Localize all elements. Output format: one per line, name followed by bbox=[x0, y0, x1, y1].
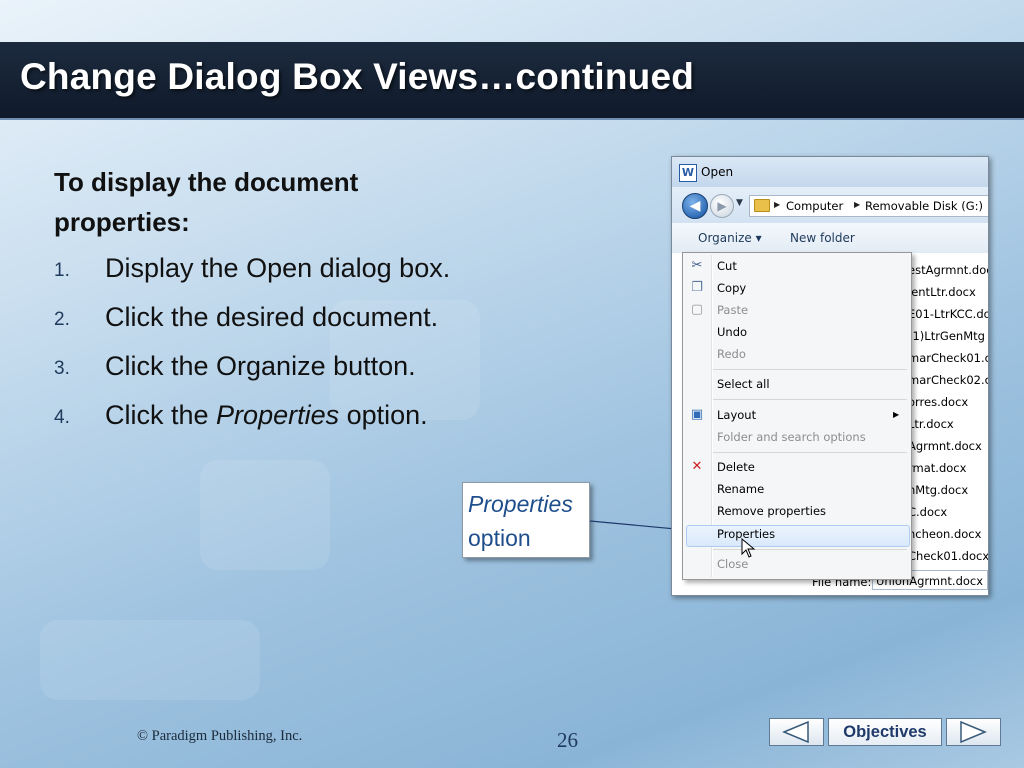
file-item[interactable]: ncheon.docx bbox=[908, 527, 981, 541]
file-item[interactable]: marCheck02.c bbox=[908, 373, 988, 387]
slide-title: Change Dialog Box Views…continued bbox=[20, 56, 695, 97]
file-item[interactable]: C.docx bbox=[908, 505, 947, 519]
step-text: Click the Organize button. bbox=[105, 351, 416, 381]
breadcrumb-arrow-icon: ▶ bbox=[854, 200, 861, 209]
dialog-title: Open bbox=[701, 165, 734, 179]
title-bar: Change Dialog Box Views…continued bbox=[0, 42, 1024, 120]
menu-item-layout[interactable]: Layout bbox=[717, 408, 756, 422]
menu-item-paste[interactable]: Paste bbox=[717, 303, 748, 317]
scissors-icon: ✂ bbox=[691, 258, 703, 273]
callout-line2: option bbox=[468, 525, 531, 551]
dialog-toolbar: Organize ▾ New folder bbox=[672, 223, 988, 254]
menu-item-rename[interactable]: Rename bbox=[717, 482, 764, 496]
file-item[interactable]: Check01.docx bbox=[908, 549, 988, 563]
file-item[interactable]: rmat.docx bbox=[908, 461, 966, 475]
properties-callout: Properties option bbox=[462, 482, 590, 558]
file-item[interactable]: Ltr.docx bbox=[908, 417, 954, 431]
menu-item-remove-properties[interactable]: Remove properties bbox=[717, 504, 826, 518]
delete-x-icon: ✕ bbox=[691, 459, 703, 474]
history-dropdown-icon[interactable]: ▼ bbox=[736, 198, 743, 208]
step-number: 2. bbox=[54, 309, 70, 330]
file-item[interactable]: estAgrmnt.doc bbox=[908, 263, 988, 277]
copyright-text: © Paradigm Publishing, Inc. bbox=[137, 728, 303, 744]
breadcrumb-computer[interactable]: Computer bbox=[786, 199, 843, 213]
breadcrumb-removable-disk[interactable]: Removable Disk (G:) bbox=[865, 199, 983, 213]
step-text: Display the Open dialog box. bbox=[105, 253, 451, 283]
menu-separator bbox=[713, 369, 907, 370]
folder-icon bbox=[754, 199, 770, 212]
next-slide-button[interactable] bbox=[946, 718, 1001, 746]
step-number: 1. bbox=[54, 260, 70, 281]
copy-icon: ❐ bbox=[691, 280, 703, 295]
menu-item-undo[interactable]: Undo bbox=[717, 325, 747, 339]
new-folder-button[interactable]: New folder bbox=[790, 231, 855, 245]
right-triangle-icon bbox=[960, 720, 987, 744]
step-text-emphasis: Properties bbox=[216, 400, 340, 430]
step-item: 4. Click the Properties option. bbox=[54, 395, 474, 436]
menu-item-folder-search-options[interactable]: Folder and search options bbox=[717, 430, 866, 444]
step-text: Click the desired document. bbox=[105, 302, 439, 332]
step-text-before: Click the bbox=[105, 400, 217, 430]
file-item[interactable]: Agrmnt.docx bbox=[908, 439, 982, 453]
step-item: 2. Click the desired document. bbox=[54, 297, 474, 338]
slide-content: To display the document properties: 1. D… bbox=[54, 162, 474, 444]
address-bar[interactable]: ▶ Computer ▶ Removable Disk (G:) bbox=[749, 195, 988, 217]
breadcrumb-arrow-icon: ▶ bbox=[774, 200, 781, 209]
menu-item-close[interactable]: Close bbox=[717, 557, 748, 571]
file-item[interactable]: (1)LtrGenMtg bbox=[908, 329, 985, 343]
file-item[interactable]: ientLtr.docx bbox=[908, 285, 976, 299]
step-number: 3. bbox=[54, 358, 70, 379]
paste-icon: ▢ bbox=[690, 302, 704, 317]
intro-text: To display the document properties: bbox=[54, 167, 359, 237]
step-item: 3. Click the Organize button. bbox=[54, 346, 474, 387]
file-item[interactable]: nMtg.docx bbox=[908, 483, 968, 497]
objectives-button[interactable]: Objectives bbox=[828, 718, 942, 746]
slide-navigation: Objectives bbox=[769, 718, 1001, 748]
file-item[interactable]: marCheck01.c bbox=[908, 351, 988, 365]
menu-item-select-all[interactable]: Select all bbox=[717, 377, 770, 391]
menu-separator bbox=[713, 452, 907, 453]
page-number: 26 bbox=[557, 728, 578, 752]
background-key-shape bbox=[200, 460, 330, 570]
step-item: 1. Display the Open dialog box. bbox=[54, 248, 474, 289]
file-item[interactable]: E01-LtrKCC.do bbox=[908, 307, 988, 321]
background-key-shape bbox=[40, 620, 260, 700]
submenu-arrow-icon: ▶ bbox=[893, 410, 900, 419]
mouse-pointer-icon bbox=[741, 538, 756, 558]
previous-slide-button[interactable] bbox=[769, 718, 824, 746]
file-item[interactable]: orres.docx bbox=[908, 395, 968, 409]
menu-item-cut[interactable]: Cut bbox=[717, 259, 737, 273]
menu-item-redo[interactable]: Redo bbox=[717, 347, 746, 361]
dialog-titlebar: W Open bbox=[672, 157, 988, 187]
left-triangle-icon bbox=[782, 720, 809, 744]
address-row: ◀ ▶ ▼ ▶ Computer ▶ Removable Disk (G:) bbox=[672, 187, 988, 223]
menu-item-delete[interactable]: Delete bbox=[717, 460, 755, 474]
step-number: 4. bbox=[54, 407, 70, 428]
forward-arrow-icon[interactable]: ▶ bbox=[710, 194, 734, 218]
organize-button[interactable]: Organize ▾ bbox=[698, 231, 762, 245]
layout-icon: ▣ bbox=[690, 407, 704, 422]
menu-item-copy[interactable]: Copy bbox=[717, 281, 746, 295]
step-text-after: option. bbox=[339, 400, 428, 430]
organize-menu: ✂ Cut ❐ Copy ▢ Paste Undo Redo Select al… bbox=[682, 252, 912, 580]
word-app-icon: W bbox=[679, 164, 697, 182]
back-arrow-icon[interactable]: ◀ bbox=[682, 193, 708, 219]
menu-separator bbox=[713, 399, 907, 400]
callout-line1: Properties bbox=[468, 491, 573, 517]
